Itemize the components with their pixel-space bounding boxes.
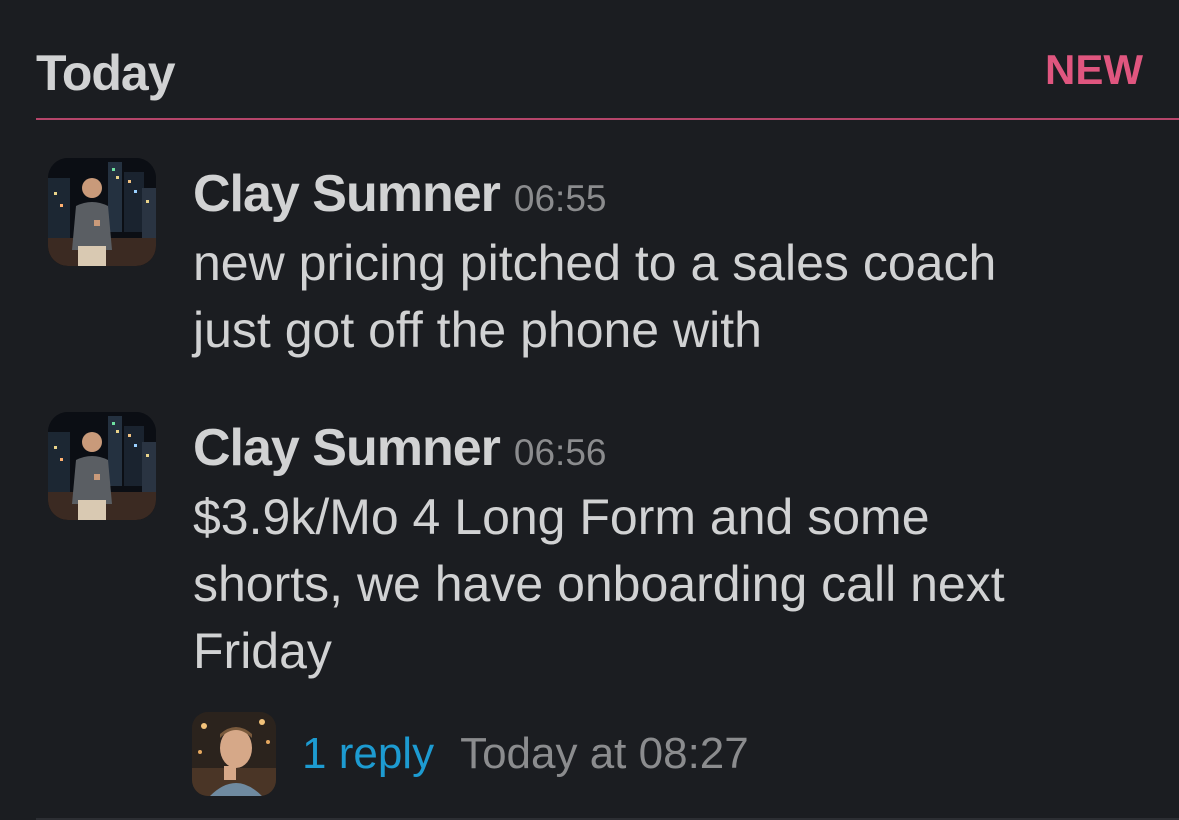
message-line: new pricing pitched to a sales coach [193, 235, 997, 291]
sender-name[interactable]: Clay Sumner [193, 418, 501, 478]
message-timestamp[interactable]: 06:56 [514, 432, 607, 474]
message-line: shorts, we have onboarding call next [193, 556, 1005, 612]
avatar[interactable] [48, 158, 156, 266]
reply-count-link[interactable]: 1 reply [302, 729, 434, 779]
thread-participant-avatar [192, 712, 276, 796]
avatar-image [192, 712, 276, 796]
message-body: Clay Sumner 06:56 $3.9k/Mo 4 Long Form a… [193, 418, 1139, 685]
message-text: $3.9k/Mo 4 Long Form and some shorts, we… [193, 484, 1139, 685]
message-line: Friday [193, 623, 332, 679]
day-label: Today [36, 45, 176, 101]
new-messages-badge: NEW [1045, 46, 1143, 93]
sender-name[interactable]: Clay Sumner [193, 164, 501, 224]
message-header: Clay Sumner 06:55 [193, 164, 1139, 226]
thread-summary[interactable]: 1 reply Today at 08:27 [192, 712, 749, 796]
last-reply-time: Today at 08:27 [460, 729, 749, 778]
date-divider: Today NEW [36, 40, 1179, 120]
avatar[interactable] [48, 412, 156, 520]
message-body: Clay Sumner 06:55 new pricing pitched to… [193, 164, 1139, 364]
conversation-view: Today NEW Clay Sumner 06:55 new pricing … [0, 0, 1179, 820]
message-timestamp[interactable]: 06:55 [514, 178, 607, 220]
new-messages-line [36, 118, 1179, 120]
avatar-image [48, 158, 156, 266]
message-line: $3.9k/Mo 4 Long Form and some [193, 489, 930, 545]
avatar-image [48, 412, 156, 520]
message-header: Clay Sumner 06:56 [193, 418, 1139, 480]
message-text: new pricing pitched to a sales coach jus… [193, 230, 1139, 364]
message-line: just got off the phone with [193, 302, 762, 358]
